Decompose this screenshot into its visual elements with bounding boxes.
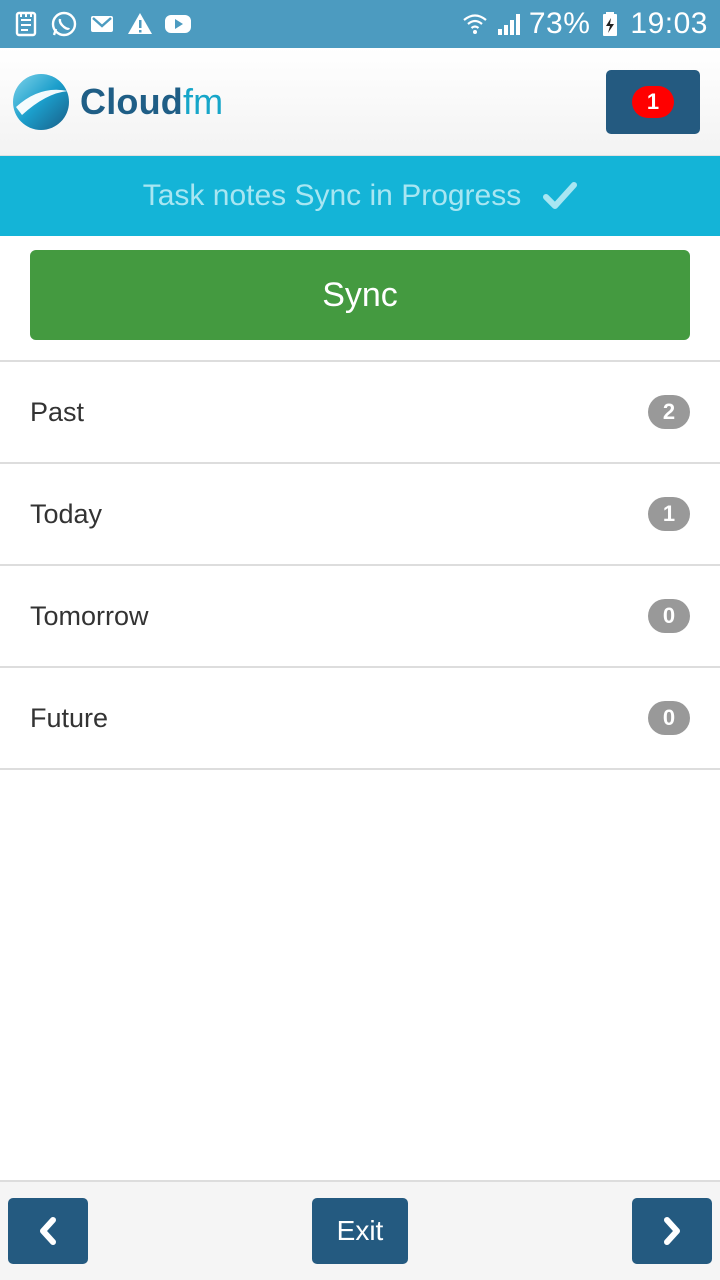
sync-button[interactable]: Sync bbox=[30, 250, 690, 340]
chevron-right-icon bbox=[659, 1216, 685, 1246]
count-badge: 1 bbox=[648, 497, 690, 531]
whatsapp-icon bbox=[50, 10, 78, 38]
list-item-label: Future bbox=[30, 702, 109, 733]
notes-icon bbox=[12, 10, 40, 38]
sync-status-banner: Task notes Sync in Progress bbox=[0, 156, 720, 236]
status-notification-icons bbox=[12, 10, 192, 38]
task-period-list: Past 2 Today 1 Tomorrow 0 Future 0 bbox=[0, 360, 720, 770]
notification-count-badge: 1 bbox=[632, 85, 674, 118]
status-system-icons: 73% 19:03 bbox=[461, 7, 708, 41]
clock: 19:03 bbox=[630, 7, 708, 40]
previous-button[interactable] bbox=[8, 1198, 88, 1264]
app-header: Cloudfm 1 bbox=[0, 48, 720, 156]
sync-status-text: Task notes Sync in Progress bbox=[142, 179, 522, 212]
list-item-label: Past bbox=[30, 396, 85, 427]
list-item-label: Tomorrow bbox=[30, 600, 149, 631]
list-item-future[interactable]: Future 0 bbox=[0, 668, 720, 770]
gmail-icon bbox=[88, 10, 116, 38]
notifications-button[interactable]: 1 bbox=[606, 69, 700, 134]
check-icon bbox=[543, 181, 578, 211]
list-item-tomorrow[interactable]: Tomorrow 0 bbox=[0, 566, 720, 668]
wifi-icon bbox=[461, 10, 489, 38]
youtube-icon bbox=[164, 10, 192, 38]
count-badge: 2 bbox=[648, 395, 690, 429]
warning-icon bbox=[126, 10, 154, 38]
count-badge: 0 bbox=[648, 599, 690, 633]
logo-text-accent: fm bbox=[182, 80, 224, 122]
cloudfm-logo: Cloudfm bbox=[10, 71, 223, 133]
signal-icon bbox=[495, 10, 523, 38]
battery-percentage: 73% bbox=[528, 7, 591, 40]
list-item-today[interactable]: Today 1 bbox=[0, 464, 720, 566]
logo-globe-icon bbox=[10, 71, 72, 133]
battery-charging-icon bbox=[596, 10, 624, 38]
logo-text-main: Cloud bbox=[80, 80, 183, 122]
next-button[interactable] bbox=[632, 1198, 712, 1264]
list-item-past[interactable]: Past 2 bbox=[0, 362, 720, 464]
footer-toolbar: Exit bbox=[0, 1180, 720, 1280]
exit-button[interactable]: Exit bbox=[312, 1198, 408, 1264]
list-item-label: Today bbox=[30, 498, 103, 529]
count-badge: 0 bbox=[648, 701, 690, 735]
status-bar: 73% 19:03 bbox=[0, 0, 720, 48]
chevron-left-icon bbox=[35, 1216, 61, 1246]
